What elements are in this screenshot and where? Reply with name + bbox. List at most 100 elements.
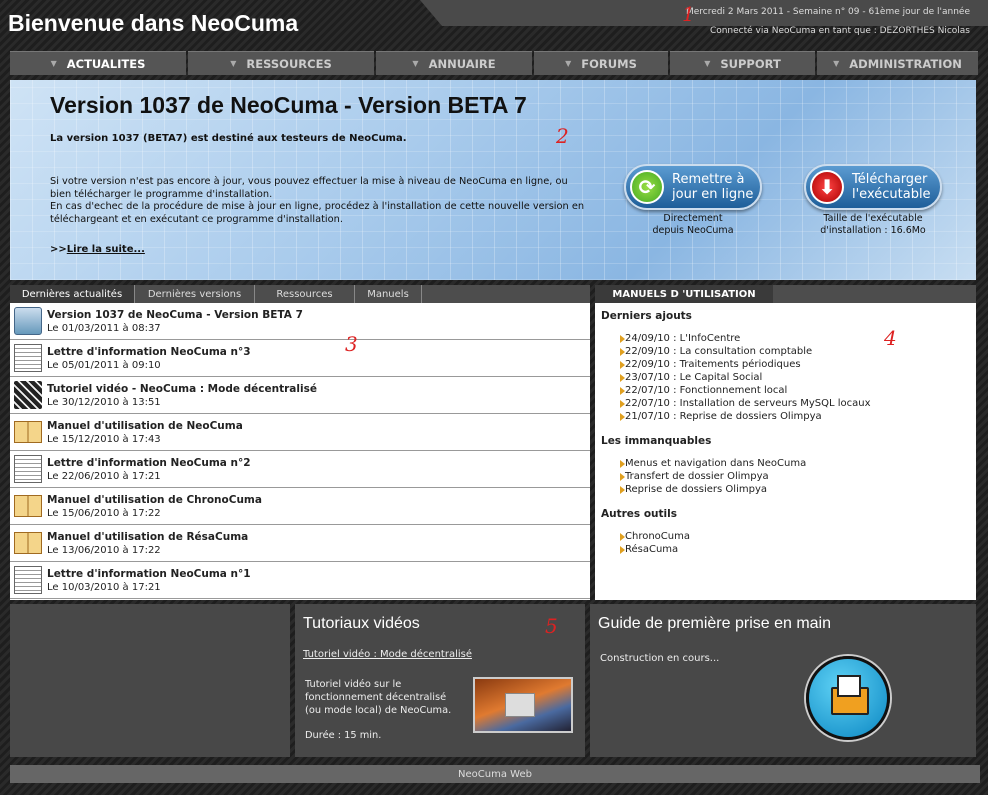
nav-administration[interactable]: ▼ ADMINISTRATION: [817, 51, 978, 75]
must-list: Menus et navigation dans NeoCuma Transfe…: [601, 457, 970, 496]
nav-label: RESSOURCES: [246, 56, 332, 71]
news-tabs: Dernières actualités Dernières versions …: [10, 285, 590, 303]
nav-actualites[interactable]: ▼ ACTUALITES: [10, 51, 186, 75]
news-item[interactable]: Lettre d'information NeoCuma n°3 Le 05/01…: [10, 340, 590, 377]
manual-link[interactable]: Transfert de dossier Olimpya: [601, 470, 970, 483]
section-other-tools: Autres outils: [601, 508, 677, 520]
download-caption-line2: d'installation : 16.6Mo: [820, 225, 926, 236]
read-more-prefix: >>: [50, 244, 67, 255]
news-list: Version 1037 de NeoCuma - Version BETA 7…: [10, 303, 590, 600]
hero-body-text-1: Si votre version n'est pas encore à jour…: [50, 176, 568, 200]
nav-label: SUPPORT: [720, 56, 781, 71]
recent-list: 24/09/10 : L'InfoCentre 22/09/10 : La co…: [601, 332, 970, 423]
tools-list: ChronoCuma RésaCuma: [601, 530, 970, 556]
nav-annuaire[interactable]: ▼ ANNUAIRE: [376, 51, 532, 75]
newsletter-icon: [14, 344, 42, 372]
news-item[interactable]: Lettre d'information NeoCuma n°2 Le 22/06…: [10, 451, 590, 488]
news-date: Le 01/03/2011 à 08:37: [47, 322, 161, 334]
news-item[interactable]: Manuel d'utilisation de RésaCuma Le 13/06…: [10, 525, 590, 562]
manuals-header: MANUELS D 'UTILISATION: [595, 285, 976, 303]
manual-link[interactable]: RésaCuma: [601, 543, 970, 556]
section-must-read: Les immanquables: [601, 435, 712, 447]
nav-label: ACTUALITES: [66, 56, 146, 71]
news-title[interactable]: Lettre d'information NeoCuma n°2: [47, 456, 251, 470]
news-item[interactable]: Lettre d'information NeoCuma n°1 Le 10/03…: [10, 562, 590, 599]
triangle-down-icon: ▼: [50, 59, 57, 68]
manual-link[interactable]: 21/07/10 : Reprise de dossiers Olimpya: [601, 410, 970, 423]
news-title[interactable]: Manuel d'utilisation de ChronoCuma: [47, 493, 262, 507]
tutorial-description: Tutoriel vidéo sur le fonctionnement déc…: [305, 679, 452, 716]
footer: NeoCuma Web: [10, 765, 980, 783]
update-online-label-line2: jour en ligne: [672, 187, 754, 202]
guide-title: Guide de première prise en main: [598, 615, 832, 632]
manual-link[interactable]: 22/07/10 : Installation de serveurs MySQ…: [601, 397, 970, 410]
tab-manuels[interactable]: Manuels: [355, 285, 422, 303]
news-title[interactable]: Manuel d'utilisation de RésaCuma: [47, 530, 248, 544]
manual-link[interactable]: 22/09/10 : Traitements périodiques: [601, 358, 970, 371]
manual-link[interactable]: 22/07/10 : Fonctionnement local: [601, 384, 970, 397]
marker-2: 2: [556, 124, 569, 148]
manual-link[interactable]: ChronoCuma: [601, 530, 970, 543]
triangle-down-icon: ▼: [230, 59, 237, 68]
download-label-line2: l'exécutable: [852, 187, 931, 202]
book-icon: [14, 532, 42, 554]
newsletter-icon: [14, 455, 42, 483]
news-item[interactable]: Tutoriel vidéo - NeoCuma : Mode décentra…: [10, 377, 590, 414]
manual-link[interactable]: Menus et navigation dans NeoCuma: [601, 457, 970, 470]
tutorials-title: Tutoriaux vidéos: [303, 615, 420, 632]
film-icon: [14, 381, 42, 409]
manual-link[interactable]: 22/09/10 : La consultation comptable: [601, 345, 970, 358]
tab-dernieres-actualites[interactable]: Dernières actualités: [10, 285, 135, 303]
hero-subtitle: La version 1037 (BETA7) est destiné aux …: [50, 133, 407, 144]
manuals-tab[interactable]: MANUELS D 'UTILISATION: [595, 285, 773, 303]
install-icon: [14, 307, 42, 335]
news-date: Le 10/03/2010 à 17:21: [47, 581, 161, 593]
refresh-icon: ⟳: [630, 170, 664, 204]
page-title: Bienvenue dans NeoCuma: [8, 10, 299, 36]
folder-document-icon[interactable]: [806, 656, 890, 740]
manuals-panel: Derniers ajouts 24/09/10 : L'InfoCentre …: [595, 303, 976, 600]
download-caption-line1: Taille de l'exécutable: [823, 213, 923, 224]
guide-panel: Guide de première prise en main Construc…: [590, 604, 976, 757]
manual-link[interactable]: 24/09/10 : L'InfoCentre: [601, 332, 970, 345]
tab-ressources[interactable]: Ressources: [255, 285, 355, 303]
triangle-down-icon: ▼: [565, 59, 572, 68]
manual-link[interactable]: Reprise de dossiers Olimpya: [601, 483, 970, 496]
document-icon: [837, 675, 861, 697]
guide-status: Construction en cours...: [600, 653, 720, 664]
tab-dernieres-versions[interactable]: Dernières versions: [135, 285, 255, 303]
news-title[interactable]: Manuel d'utilisation de NeoCuma: [47, 419, 243, 433]
video-thumbnail[interactable]: [473, 677, 573, 733]
nav-label: ADMINISTRATION: [849, 56, 962, 71]
news-title[interactable]: Lettre d'information NeoCuma n°1: [47, 567, 251, 581]
read-more-link[interactable]: Lire la suite...: [67, 244, 145, 255]
empty-panel: [10, 604, 290, 757]
news-date: Le 15/06/2010 à 17:22: [47, 507, 161, 519]
news-item[interactable]: Manuel d'utilisation de NeoCuma Le 15/12/…: [10, 414, 590, 451]
manual-link[interactable]: 23/07/10 : Le Capital Social: [601, 371, 970, 384]
marker-5: 5: [545, 614, 558, 638]
download-label: Télécharger l'exécutable: [852, 172, 931, 202]
nav-forums[interactable]: ▼ FORUMS: [534, 51, 668, 75]
news-title[interactable]: Lettre d'information NeoCuma n°3: [47, 345, 251, 359]
read-more: >>Lire la suite...: [50, 244, 145, 255]
triangle-down-icon: ▼: [833, 59, 840, 68]
download-arrow-icon: ⬇: [810, 170, 844, 204]
news-item[interactable]: Version 1037 de NeoCuma - Version BETA 7…: [10, 303, 590, 340]
download-installer-button[interactable]: ⬇ Télécharger l'exécutable: [804, 164, 942, 210]
triangle-down-icon: ▼: [412, 59, 419, 68]
marker-4: 4: [884, 326, 897, 350]
news-item[interactable]: Manuel d'utilisation de ChronoCuma Le 15/…: [10, 488, 590, 525]
nav-label: ANNUAIRE: [428, 56, 496, 71]
update-caption-line2: depuis NeoCuma: [652, 225, 734, 236]
tutorial-link[interactable]: Tutoriel vidéo : Mode décentralisé: [303, 649, 472, 660]
update-online-button[interactable]: ⟳ Remettre à jour en ligne: [624, 164, 762, 210]
news-title[interactable]: Version 1037 de NeoCuma - Version BETA 7: [47, 308, 303, 322]
main-nav: ▼ ACTUALITES ▼ RESSOURCES ▼ ANNUAIRE ▼ FORUM…: [10, 51, 978, 75]
nav-label: FORUMS: [581, 56, 637, 71]
news-title[interactable]: Tutoriel vidéo - NeoCuma : Mode décentra…: [47, 382, 317, 396]
nav-support[interactable]: ▼ SUPPORT: [670, 51, 815, 75]
nav-ressources[interactable]: ▼ RESSOURCES: [188, 51, 374, 75]
hero-banner: Version 1037 de NeoCuma - Version BETA 7…: [10, 80, 976, 280]
section-recent: Derniers ajouts: [601, 310, 692, 322]
